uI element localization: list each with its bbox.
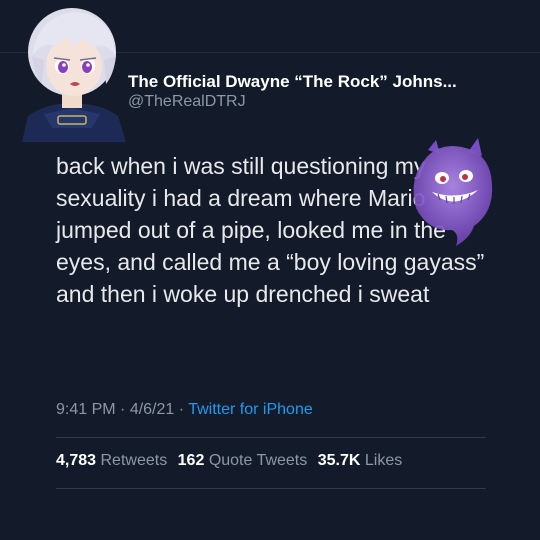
likes-count: 35.7K <box>317 452 361 469</box>
retweets-count: 4,783 <box>56 452 97 469</box>
quote-tweets-stat[interactable]: 162 Quote Tweets <box>178 452 308 469</box>
tweet-card: The Official Dwayne “The Rock” Johns... … <box>0 0 540 540</box>
quote-tweets-count: 162 <box>177 452 205 469</box>
anime-character-avatar-icon <box>22 8 126 142</box>
ghost-icon <box>413 138 493 246</box>
retweets-label: Retweets <box>100 452 168 469</box>
tweet-time[interactable]: 9:41 PM <box>56 401 116 418</box>
purple-ghost-sticker <box>408 138 498 248</box>
tweet-source-link[interactable]: Twitter for iPhone <box>188 401 313 418</box>
tweet-meta: 9:41 PM · 4/6/21 · Twitter for iPhone <box>56 401 313 419</box>
likes-stat[interactable]: 35.7K Likes <box>318 452 403 469</box>
quote-tweets-label: Quote Tweets <box>208 452 308 469</box>
likes-label: Likes <box>364 452 403 469</box>
meta-separator: · <box>115 401 130 418</box>
divider <box>56 437 486 438</box>
meta-separator: · <box>174 401 189 418</box>
user-handle[interactable]: @TheRealDTRJ <box>128 93 246 111</box>
retweets-stat[interactable]: 4,783 Retweets <box>56 452 167 469</box>
tweet-stats: 4,783 Retweets 162 Quote Tweets 35.7K Li… <box>56 452 408 470</box>
avatar[interactable] <box>18 4 126 142</box>
divider <box>56 488 486 489</box>
display-name[interactable]: The Official Dwayne “The Rock” Johns... <box>128 72 457 92</box>
tweet-date[interactable]: 4/6/21 <box>130 401 174 418</box>
